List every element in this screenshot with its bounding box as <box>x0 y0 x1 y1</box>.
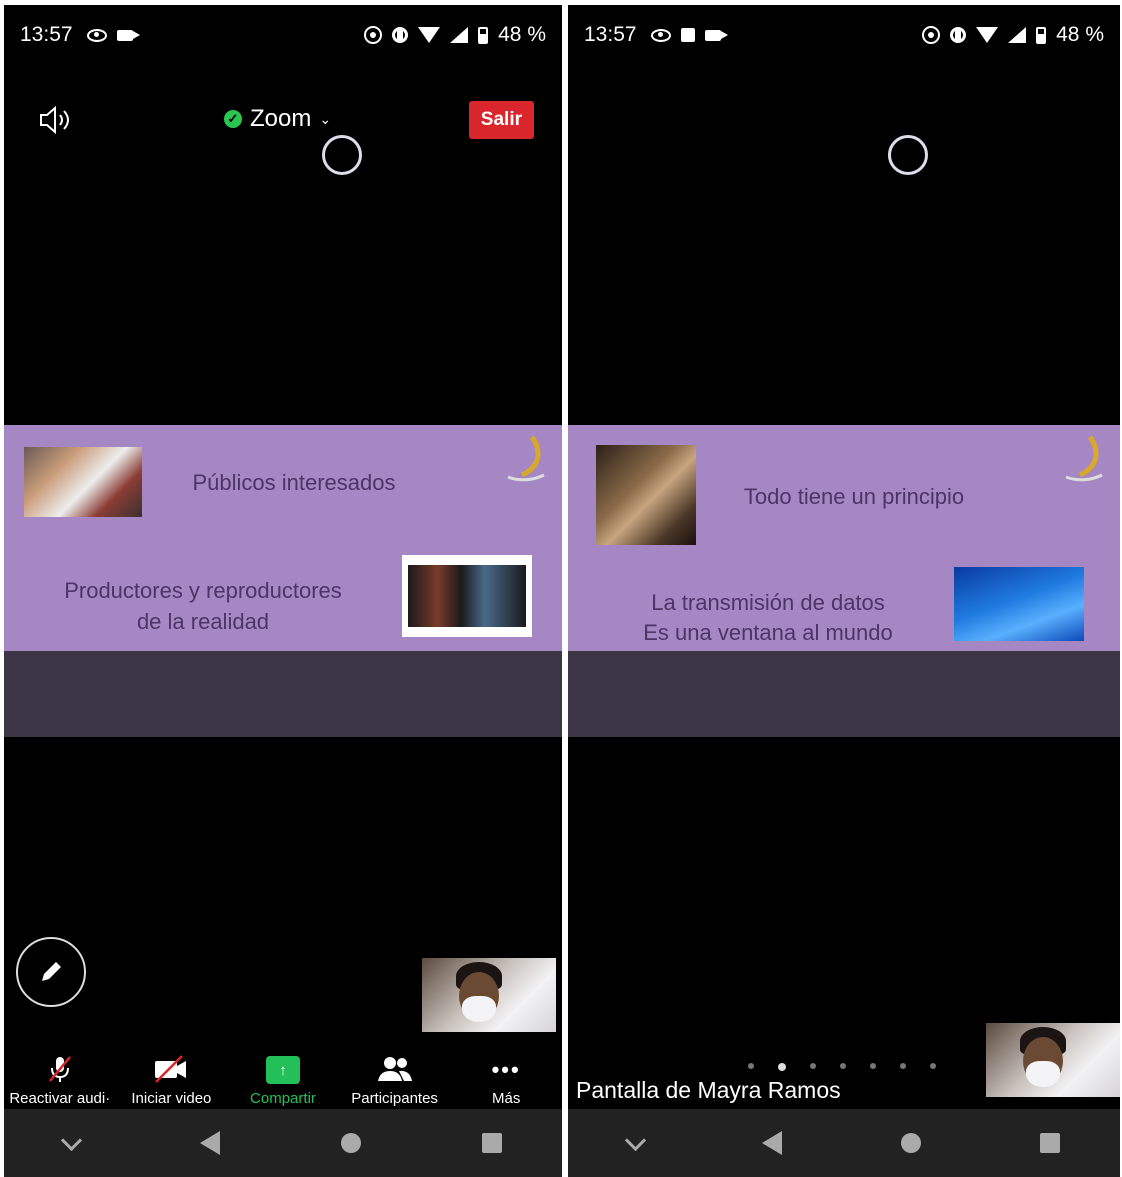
page-dot <box>870 1063 876 1069</box>
page-dot <box>840 1063 846 1069</box>
battery-percent: 48 % <box>1056 23 1104 46</box>
data-saver-icon <box>950 27 967 43</box>
slide-footer-band <box>4 651 562 737</box>
page-dot <box>810 1063 816 1069</box>
slide-text-line-2a: Productores y reproductores <box>64 578 342 603</box>
toolbar-label: Participantes <box>351 1090 438 1107</box>
meeting-toolbar: Reactivar audi· Iniciar video ↑ Comparti… <box>4 1045 562 1107</box>
wifi-icon <box>418 27 441 43</box>
nav-collapse-icon[interactable] <box>61 1129 83 1151</box>
zoom-meeting-screen-left: 13:57 48 % ✓ Zoom ⌄ Salir Públicos inter… <box>4 5 562 1177</box>
page-dot <box>748 1063 754 1069</box>
android-nav-bar <box>568 1109 1120 1177</box>
self-video-thumbnail[interactable] <box>986 1023 1120 1097</box>
slide-photo-media <box>402 555 532 637</box>
screen-share-name: Pantalla de Mayra Ramos <box>576 1077 841 1103</box>
toolbar-label: Compartir <box>250 1090 316 1107</box>
status-time: 13:57 <box>20 23 73 46</box>
nav-home-icon[interactable] <box>901 1133 922 1153</box>
toolbar-label: Reactivar audi· <box>9 1090 111 1107</box>
slide-heading-1: Públicos interesados <box>192 470 396 495</box>
participants-icon <box>377 1057 412 1081</box>
meeting-title: Zoom <box>250 105 312 132</box>
nav-collapse-icon[interactable] <box>624 1129 646 1151</box>
speaker-icon[interactable] <box>38 105 78 140</box>
battery-icon <box>478 26 489 44</box>
nav-recents-icon[interactable] <box>481 1133 502 1153</box>
slide-heading-1: Todo tiene un principio <box>743 484 965 509</box>
self-video-thumbnail[interactable] <box>422 958 556 1032</box>
signal-icon <box>450 27 469 43</box>
page-indicator[interactable] <box>748 1063 936 1071</box>
exit-button[interactable]: Salir <box>468 101 534 139</box>
toolbar-label: Iniciar video <box>131 1090 212 1107</box>
nav-back-icon[interactable] <box>200 1131 221 1155</box>
camera-icon <box>116 29 140 41</box>
status-time: 13:57 <box>584 23 637 46</box>
slide-photo-audience <box>24 447 142 517</box>
chevron-down-icon: ⌄ <box>319 110 332 127</box>
participants-button[interactable]: Participantes <box>339 1045 451 1107</box>
camera-icon <box>704 29 728 41</box>
signal-icon <box>1008 27 1027 43</box>
annotate-pencil-button[interactable] <box>16 937 86 1007</box>
share-button[interactable]: ↑ Compartir <box>227 1045 339 1107</box>
loading-spinner-icon <box>322 135 362 175</box>
shared-slide: Públicos interesados Productores y repro… <box>4 425 562 651</box>
slide-photo-keyboard <box>954 567 1084 641</box>
slide-text-line-2b: Es una ventana al mundo <box>643 620 893 645</box>
location-icon <box>922 26 941 44</box>
battery-icon <box>1036 26 1047 44</box>
android-nav-bar <box>4 1109 562 1177</box>
meeting-title-dropdown[interactable]: ✓ Zoom ⌄ <box>224 105 331 133</box>
slide-logo-icon <box>1060 433 1106 485</box>
more-icon: ••• <box>491 1057 521 1082</box>
page-dot <box>900 1063 906 1069</box>
page-dot <box>930 1063 936 1069</box>
wifi-icon <box>976 27 999 43</box>
start-video-button[interactable]: Iniciar video <box>116 1045 228 1107</box>
shared-slide: Todo tiene un principio La transmisión d… <box>568 425 1120 651</box>
eye-icon <box>650 28 671 42</box>
slide-text-line-2a: La transmisión de datos <box>651 590 885 615</box>
data-saver-icon <box>392 27 409 43</box>
battery-percent: 48 % <box>498 23 546 46</box>
toolbar-label: Más <box>492 1090 521 1107</box>
zoom-meeting-screen-right: 13:57 48 % Todo tiene un principio La tr… <box>568 5 1120 1177</box>
pencil-icon <box>42 962 61 981</box>
more-button[interactable]: ••• Más <box>450 1045 562 1107</box>
slide-footer-band <box>568 651 1120 737</box>
nav-home-icon[interactable] <box>340 1133 361 1153</box>
slide-text-line-2b: de la realidad <box>136 609 270 634</box>
shield-check-icon: ✓ <box>224 110 242 128</box>
status-bar: 13:57 48 % <box>568 5 1120 65</box>
share-icon: ↑ <box>265 1056 300 1084</box>
meeting-top-bar: ✓ Zoom ⌄ Salir <box>4 101 562 145</box>
nav-back-icon[interactable] <box>761 1131 782 1155</box>
image-icon <box>680 28 695 42</box>
page-dot-active <box>778 1063 786 1071</box>
mic-muted-icon <box>48 1056 71 1082</box>
unmute-audio-button[interactable]: Reactivar audi· <box>4 1045 116 1107</box>
eye-icon <box>86 28 107 42</box>
video-off-icon <box>155 1055 187 1083</box>
location-icon <box>364 26 383 44</box>
loading-spinner-icon <box>888 135 928 175</box>
slide-photo-history <box>596 445 696 545</box>
status-bar: 13:57 48 % <box>4 5 562 65</box>
slide-logo-icon <box>502 433 548 485</box>
nav-recents-icon[interactable] <box>1040 1133 1061 1153</box>
